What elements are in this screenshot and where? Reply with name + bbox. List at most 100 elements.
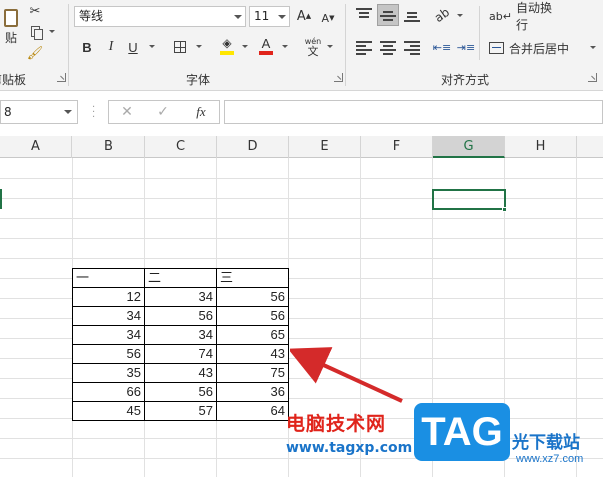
table-cell[interactable]: 43 xyxy=(216,344,288,363)
clipboard-launcher-icon[interactable] xyxy=(57,73,66,82)
alignment-launcher-icon[interactable] xyxy=(588,73,597,82)
phonetic-button[interactable]: wén 文 xyxy=(302,35,324,59)
orientation-dropdown-icon[interactable] xyxy=(457,14,463,17)
column-header-h[interactable]: H xyxy=(505,136,577,158)
merge-icon xyxy=(489,42,504,54)
align-left-button[interactable] xyxy=(356,40,372,55)
font-color-swatch xyxy=(259,51,273,55)
table-cell[interactable]: 66 xyxy=(72,382,144,401)
fill-color-button[interactable]: ◈ xyxy=(218,35,236,57)
bold-button[interactable]: B xyxy=(80,37,94,57)
table-cell[interactable]: 56 xyxy=(72,344,144,363)
chevron-down-icon xyxy=(278,15,286,19)
middle-align-button[interactable] xyxy=(377,4,399,26)
align-right-button[interactable] xyxy=(404,40,420,55)
font-color-dropdown-icon[interactable] xyxy=(282,45,288,48)
red-arrow-annotation xyxy=(290,347,403,403)
table-header-cell[interactable]: 三 xyxy=(216,268,288,287)
cut-icon[interactable]: ✂ xyxy=(26,2,44,20)
formula-input[interactable] xyxy=(224,100,603,124)
table-cell[interactable]: 35 xyxy=(72,363,144,382)
font-launcher-icon[interactable] xyxy=(334,73,343,82)
table-cell[interactable]: 74 xyxy=(144,344,216,363)
border-dropdown-icon[interactable] xyxy=(196,45,202,48)
enter-icon[interactable]: ✓ xyxy=(155,103,171,121)
cancel-icon[interactable]: ✕ xyxy=(119,103,135,121)
column-header-c[interactable]: C xyxy=(145,136,217,158)
fill-color-dropdown-icon[interactable] xyxy=(242,45,248,48)
font-color-button[interactable]: A xyxy=(258,35,274,57)
table-cell[interactable]: 56 xyxy=(216,306,288,325)
table-header-cell[interactable]: 二 xyxy=(144,268,216,287)
column-header-e[interactable]: E xyxy=(289,136,361,158)
insert-function-button[interactable]: fx xyxy=(191,103,211,121)
column-header-d[interactable]: D xyxy=(217,136,289,158)
border-icon xyxy=(174,41,186,53)
font-color-icon: A xyxy=(261,36,271,51)
table-border xyxy=(72,363,289,364)
underline-dropdown-icon[interactable] xyxy=(149,45,155,48)
table-cell[interactable]: 64 xyxy=(216,401,288,420)
table-border xyxy=(216,268,217,420)
table-cell[interactable]: 36 xyxy=(216,382,288,401)
increase-font-size-button[interactable]: A ▲ xyxy=(296,6,312,26)
table-cell[interactable]: 56 xyxy=(216,287,288,306)
table-cell[interactable]: 43 xyxy=(144,363,216,382)
table-border xyxy=(72,325,289,326)
column-header-g[interactable]: G xyxy=(433,136,505,158)
active-cell[interactable] xyxy=(432,189,506,210)
italic-button[interactable]: I xyxy=(104,37,118,57)
fill-color-swatch xyxy=(220,51,234,55)
watermark-site-name: 光下载站 xyxy=(512,433,580,453)
bottom-align-button[interactable] xyxy=(404,8,420,22)
decrease-font-size-button[interactable]: A ▼ xyxy=(320,8,336,28)
merge-center-button[interactable]: 合并后居中 xyxy=(489,38,584,58)
border-button[interactable] xyxy=(172,37,188,57)
format-painter-icon[interactable]: 🖌 xyxy=(26,44,44,62)
column-header-a[interactable]: A xyxy=(0,136,72,158)
phonetic-dropdown-icon[interactable] xyxy=(327,45,333,48)
name-box[interactable]: 8 xyxy=(0,100,78,124)
table-cell[interactable]: 34 xyxy=(144,325,216,344)
table-cell[interactable]: 65 xyxy=(216,325,288,344)
table-border xyxy=(72,306,289,307)
table-cell[interactable]: 45 xyxy=(72,401,144,420)
table-cell[interactable]: 12 xyxy=(72,287,144,306)
wrap-text-button[interactable]: ab↵ 自动换行 xyxy=(489,1,561,32)
table-cell[interactable]: 56 xyxy=(144,382,216,401)
table-cell[interactable]: 34 xyxy=(72,306,144,325)
font-name-dropdown[interactable]: 等线 xyxy=(74,6,246,27)
wrap-text-icon: ab↵ xyxy=(489,9,512,23)
ribbon: 贴 ✂ 🖌 剪贴板 等线 11 A▲ A▼ B I U ◈ A wé xyxy=(0,0,603,91)
formula-buttons: ✕ ✓ fx xyxy=(108,100,220,124)
fill-handle[interactable] xyxy=(502,207,507,212)
table-border xyxy=(72,401,289,402)
paste-button[interactable]: 贴 xyxy=(0,4,22,50)
column-header-f[interactable]: F xyxy=(361,136,433,158)
decrease-indent-button[interactable]: ⇤≡ xyxy=(432,38,452,56)
table-border xyxy=(72,344,289,345)
table-cell[interactable]: 75 xyxy=(216,363,288,382)
table-border xyxy=(72,382,289,383)
merge-dropdown-icon[interactable] xyxy=(590,46,596,49)
top-align-button[interactable] xyxy=(356,7,372,21)
column-header-b[interactable]: B xyxy=(73,136,145,158)
copy-dropdown-icon[interactable] xyxy=(49,30,55,33)
column-headers: ABCDEFGH xyxy=(0,136,603,158)
orientation-button[interactable]: ab xyxy=(427,0,456,29)
table-cell[interactable]: 56 xyxy=(144,306,216,325)
middle-align-icon xyxy=(380,8,396,22)
chevron-down-icon xyxy=(64,110,72,114)
table-header-cell[interactable]: 一 xyxy=(72,268,144,287)
align-center-button[interactable] xyxy=(380,40,396,55)
copy-icon[interactable] xyxy=(26,22,44,40)
increase-indent-button[interactable]: ⇥≡ xyxy=(456,38,476,56)
clipboard-group-label: 剪贴板 xyxy=(0,73,27,87)
watermark-text: 电脑技术网 xyxy=(286,413,387,435)
table-cell[interactable]: 34 xyxy=(72,325,144,344)
table-cell[interactable]: 34 xyxy=(144,287,216,306)
underline-button[interactable]: U xyxy=(126,37,140,57)
table-cell[interactable]: 57 xyxy=(144,401,216,420)
table-border xyxy=(288,268,289,420)
font-size-dropdown[interactable]: 11 xyxy=(249,6,290,27)
